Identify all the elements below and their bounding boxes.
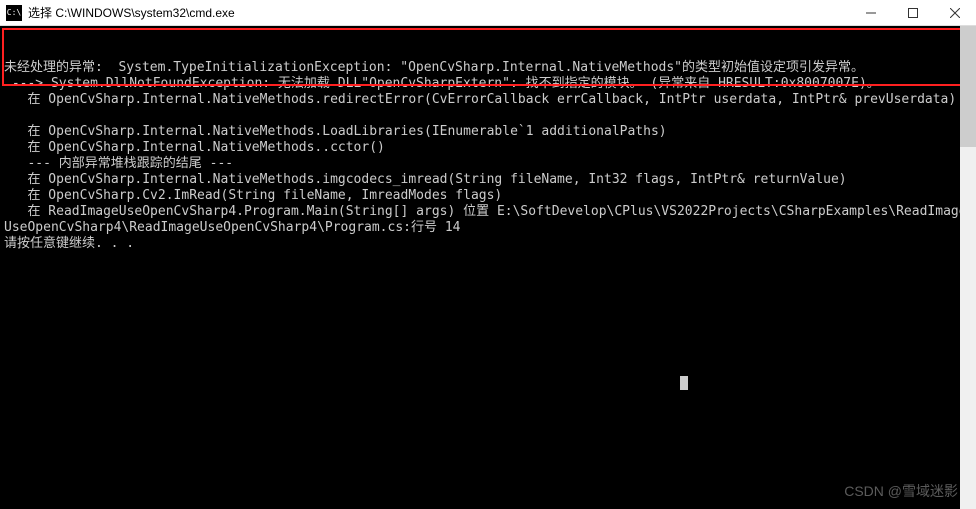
text-cursor — [680, 376, 688, 390]
stack-line: 在 OpenCvSharp.Internal.NativeMethods.red… — [4, 92, 956, 107]
press-any-key-prompt: 请按任意键继续. . . — [4, 236, 134, 251]
stack-line: 在 OpenCvSharp.Internal.NativeMethods.Loa… — [4, 124, 667, 139]
stack-line: 在 OpenCvSharp.Internal.NativeMethods.img… — [4, 172, 847, 187]
watermark-text: CSDN @雪域迷影 — [844, 481, 958, 501]
scrollbar-thumb[interactable] — [960, 26, 976, 147]
stack-trace-end: --- 内部异常堆栈跟踪的结尾 --- — [4, 156, 233, 171]
exception-header: 未经处理的异常: System.TypeInitializationExcept… — [4, 60, 864, 75]
minimize-button[interactable] — [850, 0, 892, 25]
stack-line: 在 OpenCvSharp.Internal.NativeMethods..cc… — [4, 140, 385, 155]
maximize-button[interactable] — [892, 0, 934, 25]
stack-line: 在 ReadImageUseOpenCvSharp4.Program.Main(… — [4, 204, 967, 235]
window-title: 选择 C:\WINDOWS\system32\cmd.exe — [28, 4, 850, 21]
close-button[interactable] — [934, 0, 976, 25]
vertical-scrollbar[interactable] — [960, 26, 976, 509]
console-output[interactable]: 未经处理的异常: System.TypeInitializationExcept… — [0, 26, 976, 509]
window-titlebar: C:\ 选择 C:\WINDOWS\system32\cmd.exe — [0, 0, 976, 26]
window-controls — [850, 0, 976, 25]
inner-exception: ---> System.DllNotFoundException: 无法加载 D… — [4, 76, 880, 91]
cmd-icon: C:\ — [6, 5, 22, 21]
scrollbar-track[interactable] — [960, 26, 976, 509]
stack-line: 在 OpenCvSharp.Cv2.ImRead(String fileName… — [4, 188, 502, 203]
